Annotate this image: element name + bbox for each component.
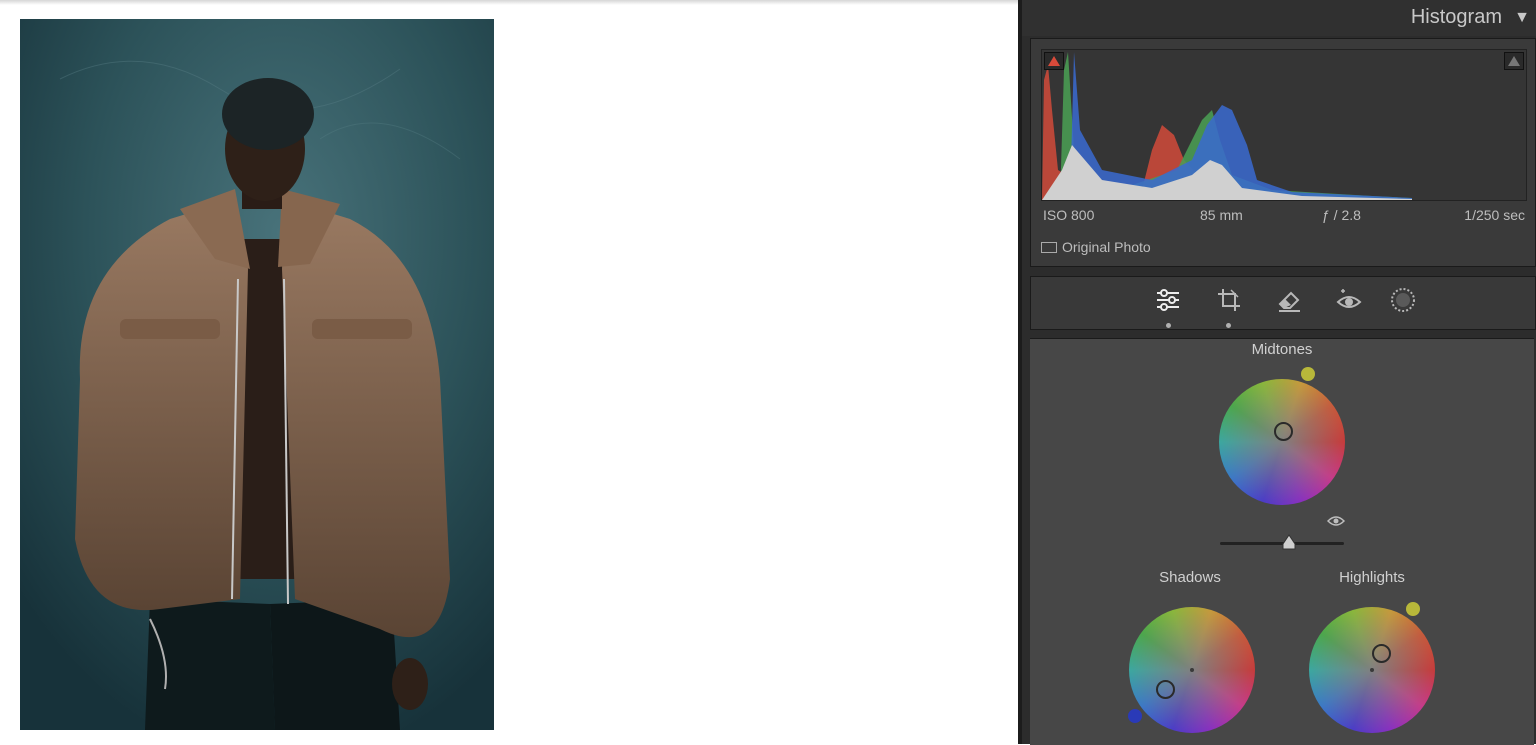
- luminance-slider-thumb[interactable]: [1282, 534, 1296, 550]
- red-eye-icon[interactable]: [1334, 285, 1364, 315]
- eye-icon[interactable]: [1327, 515, 1345, 527]
- original-photo-checkbox[interactable]: [1041, 242, 1057, 253]
- histogram-title: Histogram: [1410, 6, 1502, 28]
- photo-canvas: [0, 0, 1018, 744]
- iso-value: ISO 800: [1043, 207, 1095, 223]
- highlights-puck[interactable]: [1372, 644, 1391, 663]
- midtones-label: Midtones: [1251, 341, 1313, 358]
- highlights-hue-handle[interactable]: [1406, 602, 1420, 616]
- highlights-center: [1370, 668, 1374, 672]
- highlights-color-wheel[interactable]: [1309, 607, 1435, 733]
- eraser-icon[interactable]: [1274, 285, 1304, 315]
- highlight-clipping-toggle[interactable]: [1504, 52, 1524, 70]
- triangle-down-icon[interactable]: ▼: [1514, 9, 1530, 27]
- develop-panel: Histogram ▼ ISO 800 85 mm ƒ / 2.8 1/250 …: [1022, 0, 1536, 745]
- histogram: ISO 800 85 mm ƒ / 2.8 1/250 sec Original…: [1030, 38, 1536, 267]
- shadows-puck[interactable]: [1156, 680, 1175, 699]
- midtones-hue-handle[interactable]: [1301, 367, 1315, 381]
- crop-icon[interactable]: [1214, 285, 1244, 315]
- shutter-value: 1/250 sec: [1464, 207, 1525, 223]
- crop-active-indicator: [1226, 323, 1231, 328]
- portrait-image: [20, 19, 494, 730]
- edit-active-indicator: [1166, 323, 1171, 328]
- edit-sliders-icon[interactable]: [1153, 285, 1183, 315]
- histogram-plot: [1041, 49, 1527, 201]
- histogram-header[interactable]: Histogram ▼: [1022, 0, 1536, 36]
- focal-length-value: 85 mm: [1200, 207, 1243, 223]
- aperture-value: ƒ / 2.8: [1322, 207, 1361, 223]
- original-photo-label: Original Photo: [1062, 239, 1151, 255]
- midtones-puck[interactable]: [1274, 422, 1293, 441]
- exif-info: ISO 800 85 mm ƒ / 2.8 1/250 sec: [1041, 205, 1525, 227]
- tool-strip: [1030, 276, 1536, 330]
- histogram-graph: [1042, 52, 1412, 200]
- masking-icon[interactable]: [1388, 285, 1418, 315]
- shadows-color-wheel[interactable]: [1129, 607, 1255, 733]
- shadows-center: [1190, 668, 1194, 672]
- highlights-label: Highlights: [1339, 569, 1405, 586]
- shadow-clipping-toggle[interactable]: [1044, 52, 1064, 70]
- photo-preview[interactable]: [20, 19, 494, 730]
- shadows-label: Shadows: [1159, 569, 1221, 586]
- color-grading-panel: Midtones Shadows Highlights: [1030, 338, 1534, 745]
- shadows-hue-handle[interactable]: [1128, 709, 1142, 723]
- midtones-color-wheel[interactable]: [1219, 379, 1345, 505]
